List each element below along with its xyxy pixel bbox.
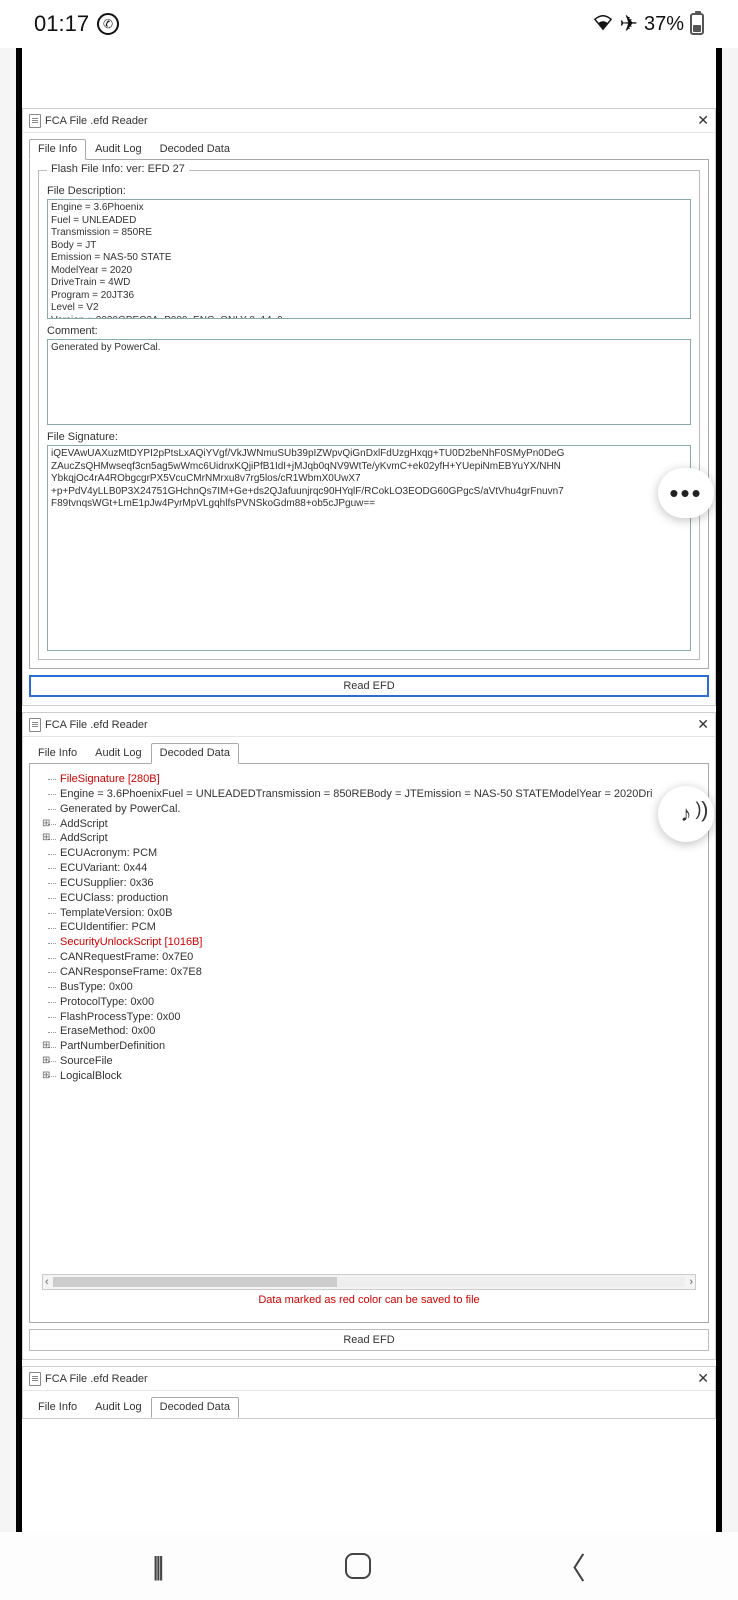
close-icon[interactable]: ✕ <box>697 716 709 733</box>
tab-audit-log[interactable]: Audit Log <box>86 1397 150 1418</box>
read-efd-button[interactable]: Read EFD <box>29 1329 709 1351</box>
tree-node-protocol[interactable]: ProtocolType: 0x00 <box>42 995 696 1010</box>
titlebar[interactable]: FCA File .efd Reader ✕ <box>23 713 715 737</box>
scroll-left-icon[interactable]: ‹ <box>45 1276 49 1288</box>
tab-audit-log[interactable]: Audit Log <box>86 743 150 764</box>
tree-node-partnumber[interactable]: PartNumberDefinition <box>42 1039 696 1054</box>
tab-strip: File Info Audit Log Decoded Data <box>23 1391 715 1418</box>
window-title: FCA File .efd Reader <box>45 1373 148 1385</box>
file-signature-textbox[interactable]: iQEVAwUAXuzMtDYPI2pPtsLxAQiYVgf/VkJWNmuS… <box>47 445 691 651</box>
android-status-bar: 01:17 ✆ ✈ 37% <box>0 0 738 48</box>
tab-file-info[interactable]: File Info <box>29 139 86 160</box>
efd-reader-window-2: FCA File .efd Reader ✕ File Info Audit L… <box>22 712 716 1360</box>
groupbox-title: Flash File Info: ver: EFD 27 <box>47 163 189 175</box>
tree-node-canreq[interactable]: CANRequestFrame: 0x7E0 <box>42 950 696 965</box>
tab-decoded-data[interactable]: Decoded Data <box>151 1397 239 1418</box>
close-icon[interactable]: ✕ <box>697 1370 709 1387</box>
titlebar[interactable]: FCA File .efd Reader ✕ <box>23 1367 715 1391</box>
tree-node-addscript[interactable]: AddScript <box>42 817 696 832</box>
comment-label: Comment: <box>47 325 691 337</box>
tab-file-info[interactable]: File Info <box>29 743 86 764</box>
tree-node-canresp[interactable]: CANResponseFrame: 0x7E8 <box>42 965 696 980</box>
tab-panel-decoded-data: FileSignature [280B] Engine = 3.6Phoenix… <box>29 763 709 1323</box>
horizontal-scrollbar[interactable]: ‹ › <box>42 1274 696 1290</box>
comment-textbox[interactable]: Generated by PowerCal. <box>47 339 691 425</box>
edge-panel-handle[interactable]: ••• <box>658 468 714 518</box>
titlebar[interactable]: FCA File .efd Reader ✕ <box>23 109 715 133</box>
tree-node-ecuidentifier[interactable]: ECUIdentifier: PCM <box>42 920 696 935</box>
efd-reader-window-1: FCA File .efd Reader ✕ File Info Audit L… <box>22 108 716 706</box>
status-time: 01:17 <box>34 11 89 37</box>
tree-node-flashproc[interactable]: FlashProcessType: 0x00 <box>42 1010 696 1025</box>
tab-strip: File Info Audit Log Decoded Data <box>23 133 715 160</box>
tree-node-bustype[interactable]: BusType: 0x00 <box>42 980 696 995</box>
tree-node-ecuvariant[interactable]: ECUVariant: 0x44 <box>42 861 696 876</box>
document-icon <box>29 718 41 732</box>
efd-reader-window-3: FCA File .efd Reader ✕ File Info Audit L… <box>22 1366 716 1419</box>
tab-decoded-data[interactable]: Decoded Data <box>151 743 239 764</box>
close-icon[interactable]: ✕ <box>697 112 709 129</box>
tree-node-logicalblock[interactable]: LogicalBlock <box>42 1069 696 1084</box>
tab-audit-log[interactable]: Audit Log <box>86 139 150 160</box>
tab-decoded-data[interactable]: Decoded Data <box>151 139 239 160</box>
tree-node-templatever[interactable]: TemplateVersion: 0x0B <box>42 906 696 921</box>
wifi-icon <box>592 11 614 37</box>
battery-percent: 37% <box>644 13 684 36</box>
tree-node-sourcefile[interactable]: SourceFile <box>42 1054 696 1069</box>
airplane-mode-icon: ✈ <box>620 11 638 37</box>
tree-node-securityunlock[interactable]: SecurityUnlockScript [1016B] <box>42 935 696 950</box>
document-icon <box>29 1372 41 1386</box>
file-signature-label: File Signature: <box>47 431 691 443</box>
whatsapp-icon: ✆ <box>97 13 119 35</box>
tab-strip: File Info Audit Log Decoded Data <box>23 737 715 764</box>
tree-node-ecuclass[interactable]: ECUClass: production <box>42 891 696 906</box>
tab-file-info[interactable]: File Info <box>29 1397 86 1418</box>
battery-icon <box>690 13 704 35</box>
tree-node-generated[interactable]: Generated by PowerCal. <box>42 802 696 817</box>
nav-back-icon[interactable]: 〈 <box>556 1544 586 1588</box>
nav-home-icon[interactable] <box>345 1553 371 1579</box>
tree-node-engine[interactable]: Engine = 3.6PhoenixFuel = UNLEADEDTransm… <box>42 787 696 802</box>
nav-recents-icon[interactable]: ||| <box>152 1551 160 1582</box>
decoded-tree[interactable]: FileSignature [280B] Engine = 3.6Phoenix… <box>38 770 700 1270</box>
tree-node-filesignature[interactable]: FileSignature [280B] <box>42 772 696 787</box>
flash-file-info-group: Flash File Info: ver: EFD 27 File Descri… <box>38 170 700 660</box>
read-efd-button[interactable]: Read EFD <box>29 675 709 697</box>
red-note: Data marked as red color can be saved to… <box>38 1290 700 1314</box>
tab-panel-file-info: Flash File Info: ver: EFD 27 File Descri… <box>29 159 709 669</box>
media-bubble[interactable]: ♪ <box>658 786 714 842</box>
file-description-label: File Description: <box>47 185 691 197</box>
file-description-textbox[interactable]: Engine = 3.6Phoenix Fuel = UNLEADED Tran… <box>47 199 691 319</box>
window-title: FCA File .efd Reader <box>45 719 148 731</box>
android-nav-bar: ||| 〈 <box>0 1532 738 1600</box>
tree-node-addscript[interactable]: AddScript <box>42 831 696 846</box>
scroll-right-icon[interactable]: › <box>689 1276 693 1288</box>
tree-node-ecuacronym[interactable]: ECUAcronym: PCM <box>42 846 696 861</box>
document-icon <box>29 114 41 128</box>
screenshot-viewport: FCA File .efd Reader ✕ File Info Audit L… <box>0 48 738 1532</box>
tree-node-erase[interactable]: EraseMethod: 0x00 <box>42 1024 696 1039</box>
music-note-icon: ♪ <box>681 801 692 827</box>
scroll-thumb[interactable] <box>53 1277 338 1287</box>
window-title: FCA File .efd Reader <box>45 115 148 127</box>
tree-node-ecusupplier[interactable]: ECUSupplier: 0x36 <box>42 876 696 891</box>
